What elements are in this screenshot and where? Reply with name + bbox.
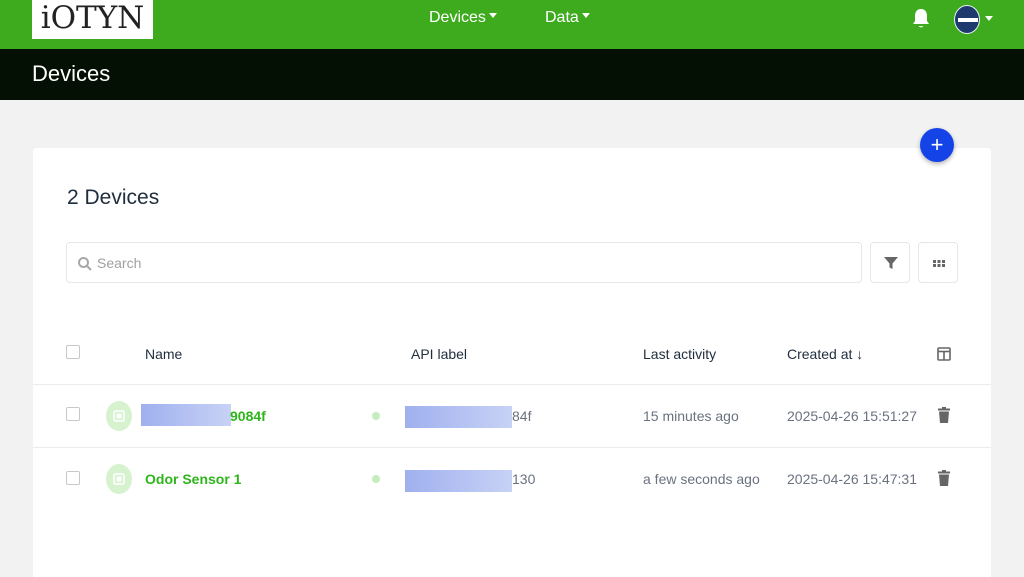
bell-icon[interactable] <box>911 8 931 30</box>
filter-button[interactable] <box>870 242 910 283</box>
grid-view-button[interactable] <box>918 242 958 283</box>
chip-icon <box>113 473 125 485</box>
chip-icon <box>113 410 125 422</box>
logo[interactable]: iOTYN <box>32 0 153 39</box>
devices-card <box>33 148 991 577</box>
row-checkbox[interactable] <box>66 471 80 485</box>
column-header-name[interactable]: Name <box>145 346 182 362</box>
avatar-caret-down-icon[interactable] <box>985 16 993 21</box>
top-navbar: iOTYN Devices Data <box>0 0 1024 49</box>
row-divider <box>33 447 991 448</box>
column-header-created-at[interactable]: Created at ↓ <box>787 346 863 362</box>
grid-icon <box>933 260 945 267</box>
column-header-last-activity[interactable]: Last activity <box>643 346 716 362</box>
device-name-link[interactable]: 9084f <box>230 408 266 424</box>
last-activity-value: 15 minutes ago <box>643 408 739 424</box>
search-icon <box>78 257 92 271</box>
filter-icon <box>884 257 898 269</box>
created-at-value: 2025-04-26 15:47:31 <box>787 471 917 487</box>
search-input[interactable] <box>97 243 847 282</box>
redacted-api-label <box>405 406 512 428</box>
redacted-api-label <box>405 470 512 492</box>
row-divider <box>33 384 991 385</box>
nav-data[interactable]: Data <box>545 0 590 36</box>
nav-data-label: Data <box>545 9 579 26</box>
page-title-bar: Devices <box>0 49 1024 100</box>
columns-icon[interactable] <box>937 347 951 361</box>
status-dot <box>372 475 380 483</box>
nav-devices[interactable]: Devices <box>429 0 497 36</box>
add-device-button[interactable]: + <box>920 128 954 162</box>
avatar[interactable] <box>954 5 980 34</box>
last-activity-value: a few seconds ago <box>643 471 760 487</box>
caret-down-icon <box>581 13 590 19</box>
created-at-value: 2025-04-26 15:51:27 <box>787 408 917 424</box>
device-avatar <box>106 401 132 431</box>
nav-devices-label: Devices <box>429 9 486 26</box>
select-all-checkbox[interactable] <box>66 345 80 359</box>
avatar-logo <box>958 18 978 22</box>
trash-icon[interactable] <box>937 407 951 424</box>
search-box <box>66 242 862 283</box>
plus-icon: + <box>930 132 944 157</box>
status-dot <box>372 412 380 420</box>
trash-icon[interactable] <box>937 470 951 487</box>
row-checkbox[interactable] <box>66 407 80 421</box>
column-header-api-label[interactable]: API label <box>411 346 467 362</box>
redacted-name <box>141 404 231 426</box>
api-label-value: 84f <box>512 408 532 424</box>
caret-down-icon <box>488 13 497 19</box>
device-count: 2 Devices <box>67 186 160 209</box>
device-avatar <box>106 464 132 494</box>
page-title: Devices <box>32 61 111 86</box>
api-label-value: 130 <box>512 471 536 487</box>
device-name-link[interactable]: Odor Sensor 1 <box>145 471 241 487</box>
